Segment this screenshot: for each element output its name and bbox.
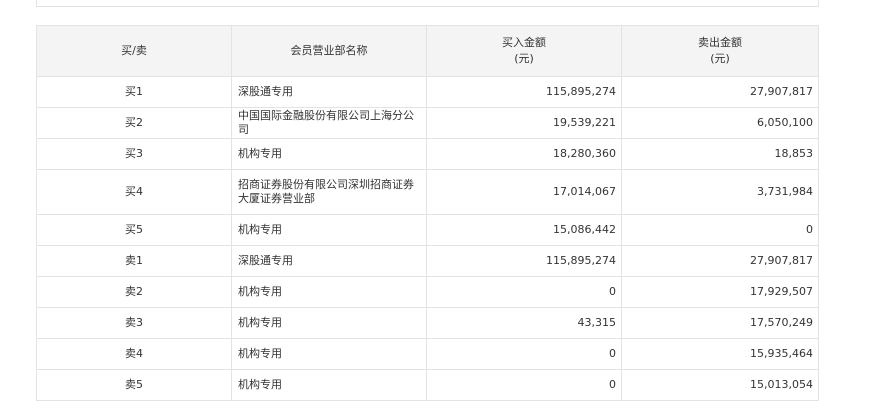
row-broker-name: 机构专用 (231, 338, 427, 370)
header-buy-amount: 买入金额 (元) (426, 25, 622, 77)
row-sell-amount: 27,907,817 (621, 76, 819, 108)
row-sell-amount: 15,013,054 (621, 369, 819, 401)
row-broker-name: 机构专用 (231, 276, 427, 308)
row-side: 买4 (36, 169, 232, 215)
row-side: 卖3 (36, 307, 232, 339)
table-row: 买4 招商证券股份有限公司深圳招商证券大厦证券营业部 17,014,067 3,… (36, 169, 819, 215)
row-side: 买5 (36, 214, 232, 246)
row-side: 买2 (36, 107, 232, 139)
header-side-label: 买/卖 (121, 44, 147, 57)
table-row: 卖2 机构专用 0 17,929,507 (36, 276, 819, 308)
row-buy-amount: 15,086,442 (426, 214, 622, 246)
row-buy-amount: 0 (426, 338, 622, 370)
header-buy-amount-label: 买入金额 (502, 36, 546, 49)
row-side: 卖4 (36, 338, 232, 370)
header-buy-amount-unit: (元) (514, 52, 534, 65)
row-buy-amount: 43,315 (426, 307, 622, 339)
row-broker-name: 深股通专用 (231, 76, 427, 108)
row-side: 买3 (36, 138, 232, 170)
row-sell-amount: 6,050,100 (621, 107, 819, 139)
row-buy-amount: 0 (426, 369, 622, 401)
row-broker-name: 机构专用 (231, 307, 427, 339)
row-side: 买1 (36, 76, 232, 108)
table-row: 卖5 机构专用 0 15,013,054 (36, 369, 819, 401)
row-sell-amount: 17,570,249 (621, 307, 819, 339)
row-side: 卖5 (36, 369, 232, 401)
row-broker-name: 深股通专用 (231, 245, 427, 277)
table-row: 卖3 机构专用 43,315 17,570,249 (36, 307, 819, 339)
row-broker-name: 机构专用 (231, 214, 427, 246)
header-sell-amount-unit: (元) (710, 52, 730, 65)
row-buy-amount: 115,895,274 (426, 76, 622, 108)
header-sell-amount: 卖出金额 (元) (621, 25, 819, 77)
row-sell-amount: 18,853 (621, 138, 819, 170)
row-broker-name: 招商证券股份有限公司深圳招商证券大厦证券营业部 (231, 169, 427, 215)
table-row: 买5 机构专用 15,086,442 0 (36, 214, 819, 246)
row-side: 卖2 (36, 276, 232, 308)
row-sell-amount: 3,731,984 (621, 169, 819, 215)
row-sell-amount: 17,929,507 (621, 276, 819, 308)
row-broker-name: 中国国际金融股份有限公司上海分公司 (231, 107, 427, 139)
row-sell-amount: 27,907,817 (621, 245, 819, 277)
row-buy-amount: 0 (426, 276, 622, 308)
table-row: 买2 中国国际金融股份有限公司上海分公司 19,539,221 6,050,10… (36, 107, 819, 139)
row-sell-amount: 0 (621, 214, 819, 246)
table-row: 卖4 机构专用 0 15,935,464 (36, 338, 819, 370)
trading-seats-table: 买/卖 会员营业部名称 买入金额 (元) 卖出金额 (元) 买1 深股通专用 1… (36, 25, 819, 401)
row-buy-amount: 17,014,067 (426, 169, 622, 215)
row-broker-name: 机构专用 (231, 138, 427, 170)
previous-panel-edge (36, 0, 819, 7)
table-row: 买1 深股通专用 115,895,274 27,907,817 (36, 76, 819, 108)
row-side: 卖1 (36, 245, 232, 277)
row-sell-amount: 15,935,464 (621, 338, 819, 370)
header-broker-name-label: 会员营业部名称 (290, 44, 368, 57)
header-sell-amount-label: 卖出金额 (698, 36, 742, 49)
header-side: 买/卖 (36, 25, 232, 77)
row-buy-amount: 19,539,221 (426, 107, 622, 139)
table-row: 卖1 深股通专用 115,895,274 27,907,817 (36, 245, 819, 277)
table-header-row: 买/卖 会员营业部名称 买入金额 (元) 卖出金额 (元) (36, 25, 819, 77)
row-buy-amount: 115,895,274 (426, 245, 622, 277)
row-buy-amount: 18,280,360 (426, 138, 622, 170)
header-broker-name: 会员营业部名称 (231, 25, 427, 77)
table-row: 买3 机构专用 18,280,360 18,853 (36, 138, 819, 170)
row-broker-name: 机构专用 (231, 369, 427, 401)
